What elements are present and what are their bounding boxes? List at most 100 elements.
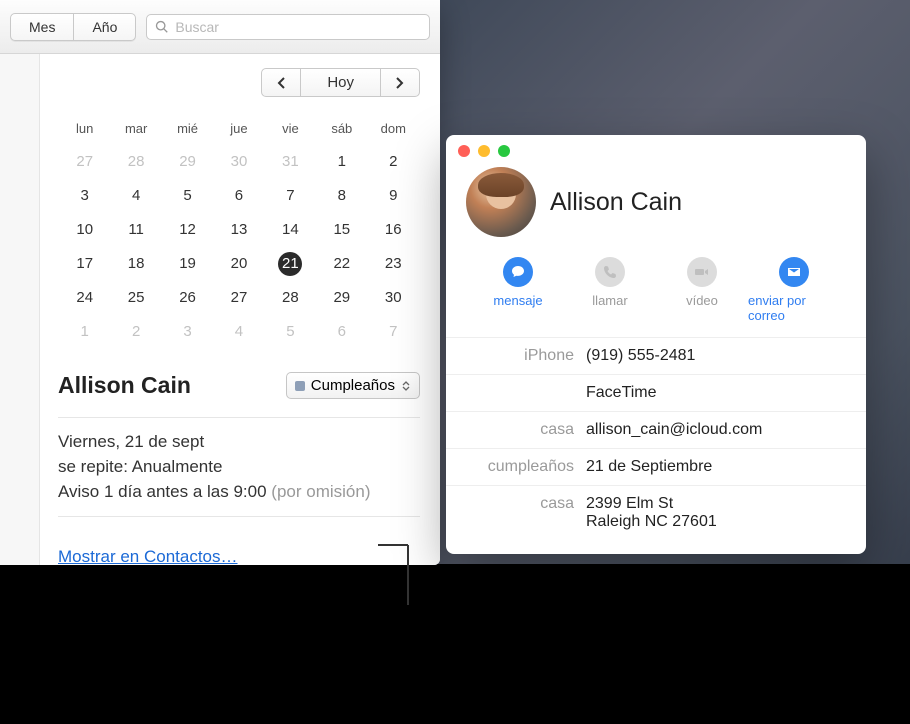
mini-calendar[interactable]: lunmarmiéjueviesábdom 272829303112345678… [58, 115, 420, 350]
close-window-button[interactable] [458, 145, 470, 157]
contact-name: Allison Cain [550, 188, 682, 217]
calendar-day[interactable]: 7 [266, 180, 315, 212]
address-row[interactable]: casa 2399 Elm St Raleigh NC 27601 [446, 485, 866, 540]
event-details: Allison Cain Cumpleaños Viernes, 21 de s… [58, 372, 420, 565]
calendar-day[interactable]: 12 [163, 214, 212, 246]
message-label: mensaje [493, 293, 542, 308]
calendar-day[interactable]: 19 [163, 248, 212, 280]
search-icon [155, 20, 169, 34]
message-icon [510, 264, 526, 280]
calendar-day[interactable]: 4 [111, 180, 160, 212]
facetime-row[interactable]: FaceTime [446, 374, 866, 411]
address-label: casa [464, 495, 574, 513]
calendar-day[interactable]: 9 [369, 180, 418, 212]
calendar-day[interactable]: 30 [369, 282, 418, 314]
calendar-day[interactable]: 7 [369, 316, 418, 348]
calendar-day[interactable]: 2 [111, 316, 160, 348]
window-controls [446, 135, 866, 161]
calendar-day[interactable]: 30 [214, 146, 263, 178]
separator [58, 516, 420, 517]
calendar-day[interactable]: 27 [214, 282, 263, 314]
event-alert-text: Aviso 1 día antes a las 9:00 [58, 482, 267, 501]
calendar-window: Mes Año Hoy lunmarmiéj [0, 0, 440, 565]
email-action[interactable]: enviar por correo [748, 257, 840, 323]
show-in-contacts-link[interactable]: Mostrar en Contactos… [58, 547, 238, 565]
calendar-day[interactable]: 5 [266, 316, 315, 348]
calendar-day[interactable]: 3 [60, 180, 109, 212]
email-row[interactable]: casa allison_cain@icloud.com [446, 411, 866, 448]
address-line2: Raleigh NC 27601 [586, 513, 717, 531]
zoom-window-button[interactable] [498, 145, 510, 157]
calendar-day[interactable]: 18 [111, 248, 160, 280]
next-month-button[interactable] [381, 69, 419, 96]
phone-row[interactable]: iPhone (919) 555-2481 [446, 337, 866, 374]
contact-actions: mensaje llamar vídeo enviar por correo [446, 253, 866, 337]
chevron-updown-icon [401, 381, 411, 391]
callout-line [407, 545, 409, 605]
event-calendar-select[interactable]: Cumpleaños [286, 372, 420, 399]
caption-area [0, 564, 910, 724]
calendar-day[interactable]: 28 [111, 146, 160, 178]
contact-card-window: Allison Cain mensaje llamar vídeo enviar… [446, 135, 866, 554]
weekday-header: sáb [317, 117, 366, 144]
calendar-day[interactable]: 4 [214, 316, 263, 348]
calendar-day[interactable]: 31 [266, 146, 315, 178]
calendar-day[interactable]: 17 [60, 248, 109, 280]
today-button[interactable]: Hoy [301, 69, 381, 96]
facetime-value: FaceTime [586, 384, 657, 402]
minimize-window-button[interactable] [478, 145, 490, 157]
calendar-sidebar [0, 54, 40, 565]
calendar-day[interactable]: 10 [60, 214, 109, 246]
calendar-day[interactable]: 21 [266, 248, 315, 280]
prev-month-button[interactable] [262, 69, 301, 96]
chevron-left-icon [276, 77, 286, 89]
calendar-day[interactable]: 20 [214, 248, 263, 280]
message-action[interactable]: mensaje [472, 257, 564, 323]
weekday-header: mar [111, 117, 160, 144]
avatar [466, 167, 536, 237]
chevron-right-icon [395, 77, 405, 89]
calendar-day[interactable]: 15 [317, 214, 366, 246]
calendar-day[interactable]: 14 [266, 214, 315, 246]
calendar-day[interactable]: 11 [111, 214, 160, 246]
birthday-label: cumpleaños [464, 458, 574, 476]
calendar-day[interactable]: 29 [317, 282, 366, 314]
calendar-day[interactable]: 13 [214, 214, 263, 246]
calendar-day[interactable]: 6 [214, 180, 263, 212]
video-icon [694, 264, 710, 280]
calendar-day[interactable]: 8 [317, 180, 366, 212]
calendar-day[interactable]: 29 [163, 146, 212, 178]
contact-header: Allison Cain [446, 161, 866, 253]
video-label: vídeo [686, 293, 718, 308]
call-action[interactable]: llamar [564, 257, 656, 323]
calendar-day[interactable]: 6 [317, 316, 366, 348]
address-value: 2399 Elm St Raleigh NC 27601 [586, 495, 717, 531]
calendar-day[interactable]: 23 [369, 248, 418, 280]
phone-value: (919) 555-2481 [586, 347, 695, 365]
video-action[interactable]: vídeo [656, 257, 748, 323]
calendar-day[interactable]: 5 [163, 180, 212, 212]
calendar-color-dot [295, 381, 305, 391]
nav-group: Hoy [261, 68, 420, 97]
birthday-row[interactable]: cumpleaños 21 de Septiembre [446, 448, 866, 485]
calendar-day[interactable]: 16 [369, 214, 418, 246]
search-field[interactable] [146, 14, 430, 40]
calendar-day[interactable]: 22 [317, 248, 366, 280]
event-title: Allison Cain [58, 372, 191, 399]
calendar-day[interactable]: 27 [60, 146, 109, 178]
calendar-day[interactable]: 3 [163, 316, 212, 348]
weekday-header: dom [369, 117, 418, 144]
search-input[interactable] [175, 19, 421, 35]
calendar-day[interactable]: 25 [111, 282, 160, 314]
view-month-button[interactable]: Mes [11, 14, 74, 40]
calendar-day[interactable]: 1 [317, 146, 366, 178]
calendar-day[interactable]: 28 [266, 282, 315, 314]
view-year-button[interactable]: Año [74, 14, 135, 40]
calendar-day[interactable]: 24 [60, 282, 109, 314]
calendar-day[interactable]: 26 [163, 282, 212, 314]
calendar-day[interactable]: 1 [60, 316, 109, 348]
email-value: allison_cain@icloud.com [586, 421, 762, 439]
view-segmented-control[interactable]: Mes Año [10, 13, 136, 41]
weekday-header: jue [214, 117, 263, 144]
calendar-day[interactable]: 2 [369, 146, 418, 178]
